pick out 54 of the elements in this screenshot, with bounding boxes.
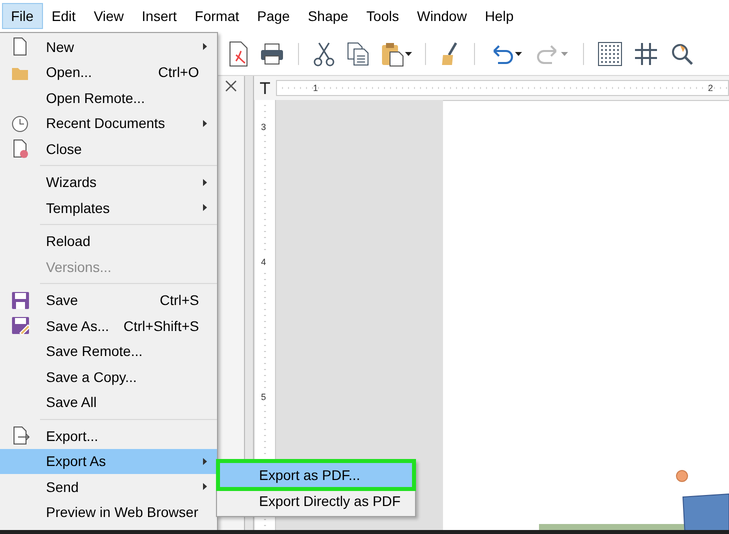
submenu-arrow-icon <box>203 483 207 490</box>
menu-item[interactable]: New <box>0 34 217 60</box>
ruler-number: 2 <box>708 82 714 95</box>
cut-icon[interactable] <box>312 40 336 66</box>
menu-item[interactable]: Preview in Web Browser <box>0 500 217 525</box>
ruler-number: 1 <box>313 82 318 95</box>
pdf-document-icon[interactable] <box>227 40 249 66</box>
menu-item[interactable]: Save Remote... <box>0 338 217 364</box>
submenu-arrow-icon <box>203 204 207 212</box>
menu-item[interactable]: Tools <box>357 3 408 29</box>
horizontal-ruler[interactable]: 1 2 <box>276 80 729 96</box>
menu-item[interactable]: Export... <box>0 423 217 448</box>
menu-item[interactable]: Recent Documents <box>0 110 217 136</box>
print-icon[interactable] <box>259 42 285 66</box>
menu-item[interactable]: File <box>2 3 43 29</box>
circle-shape <box>676 470 688 482</box>
menu-item[interactable]: Save a Copy... <box>0 364 217 390</box>
close-icon[interactable] <box>225 80 237 92</box>
menu-item[interactable]: Reload <box>0 228 217 254</box>
clock-icon <box>10 114 30 133</box>
hash-icon[interactable] <box>633 40 659 66</box>
menu-item[interactable]: Close <box>0 136 217 162</box>
menu-item[interactable]: Page <box>248 3 299 29</box>
menu-item[interactable]: Save All <box>0 390 217 415</box>
export-document-icon <box>10 426 30 446</box>
ruler-number: 4 <box>261 255 266 269</box>
menu-item[interactable]: Shape <box>298 3 358 29</box>
menu-item[interactable]: View <box>84 3 133 29</box>
menu-item[interactable]: Edit <box>42 3 85 29</box>
grid-icon[interactable] <box>597 40 623 66</box>
menu-item[interactable]: Save As... Ctrl+Shift+S <box>0 313 217 338</box>
submenu-arrow-icon <box>203 458 207 465</box>
menu-item[interactable]: Send <box>0 474 217 500</box>
menu-item[interactable]: Wizards <box>0 170 217 195</box>
menu-item[interactable]: Insert <box>132 3 186 29</box>
menu-item[interactable]: Help <box>476 3 523 29</box>
floppy-disk-pencil-icon <box>10 316 30 336</box>
menu-item[interactable]: Open Remote... <box>0 85 217 110</box>
menu-item[interactable]: Export Directly as PDF <box>219 488 413 514</box>
tab-stop-icon[interactable] <box>259 82 271 94</box>
menu-item[interactable]: Format <box>186 3 248 29</box>
document-icon <box>10 37 30 56</box>
menu-item[interactable]: Export As <box>0 448 217 474</box>
submenu-arrow-icon <box>203 43 207 50</box>
menu-item[interactable]: Export as PDF... <box>219 462 413 488</box>
menu-item[interactable]: Open... Ctrl+O <box>0 60 217 85</box>
menu-item[interactable]: Window <box>408 3 476 29</box>
copy-icon[interactable] <box>346 40 370 66</box>
document-close-icon <box>10 139 30 158</box>
menu-item[interactable]: Save Ctrl+S <box>0 288 217 313</box>
submenu-arrow-icon <box>203 178 207 186</box>
paste-icon[interactable] <box>380 40 412 66</box>
menu-item[interactable]: Templates <box>0 195 217 220</box>
submenu-arrow-icon <box>203 120 207 127</box>
